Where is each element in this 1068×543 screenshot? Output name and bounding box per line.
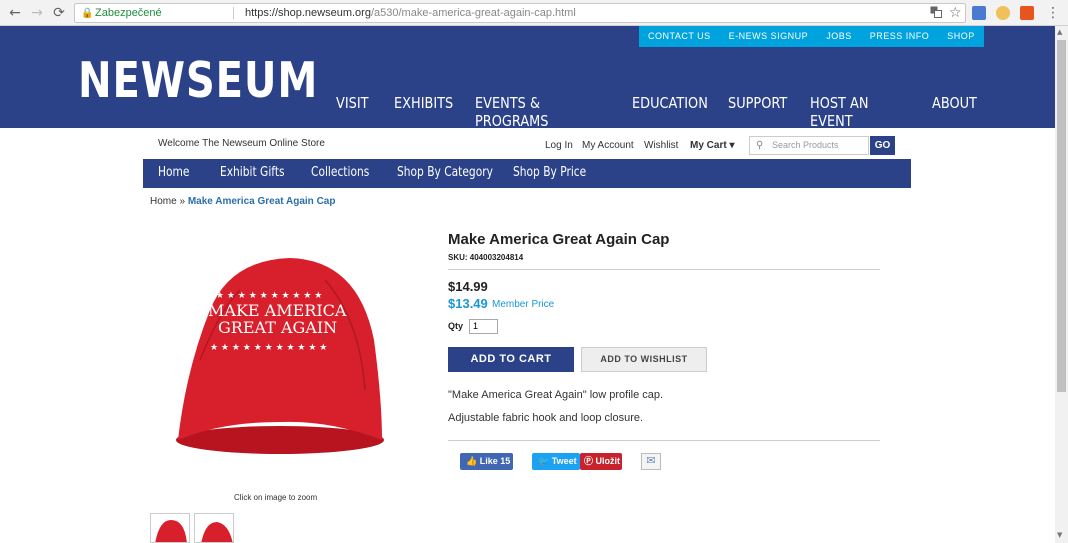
forward-icon[interactable]: → xyxy=(28,4,46,22)
pinterest-icon: Ⓟ xyxy=(584,456,594,466)
bookmark-star-icon[interactable]: ☆ xyxy=(949,4,962,22)
browser-toolbar: ← → ⟳ 🔒 Zabezpečené https://shop.newseum… xyxy=(0,0,1068,26)
wishlist-link[interactable]: Wishlist xyxy=(644,140,678,151)
cap-text-line2: GREAT AGAIN xyxy=(218,318,337,337)
reload-icon[interactable]: ⟳ xyxy=(50,4,68,22)
twitter-bird-icon: 🐦 xyxy=(538,456,550,466)
product-image[interactable]: ★ ★ ★ ★ ★ ★ ★ ★ ★ ★ ★ MAKE AMERICA GREAT… xyxy=(160,250,410,470)
lock-icon: 🔒 xyxy=(81,8,94,19)
thumbnail-2[interactable] xyxy=(194,513,234,543)
my-account-link[interactable]: My Account xyxy=(582,140,634,151)
pin-label: Uložit xyxy=(595,456,621,466)
tweet-label: Tweet xyxy=(551,456,577,466)
email-share-icon[interactable]: ✉ xyxy=(641,453,661,470)
breadcrumb-current: Make America Great Again Cap xyxy=(187,196,336,207)
zoom-hint: Click on image to zoom xyxy=(234,493,318,502)
secure-label: Zabezpečené xyxy=(95,7,162,19)
main-nav: VISIT EXHIBITS EVENTS & PROGRAMS EDUCATI… xyxy=(336,94,984,130)
regular-price: $14.99 xyxy=(448,279,488,294)
facebook-like-button[interactable]: 👍 Like 15 xyxy=(460,453,513,470)
welcome-text: Welcome The Newseum Online Store xyxy=(158,138,325,149)
add-to-cart-button[interactable]: ADD TO CART xyxy=(448,347,574,372)
breadcrumb-separator: » xyxy=(176,196,188,207)
scroll-up-icon[interactable]: ▲ xyxy=(1057,28,1062,36)
nav-host-an-event[interactable]: HOST AN EVENT xyxy=(810,94,915,130)
menu-icon[interactable]: ⋮ xyxy=(1044,4,1062,22)
jobs-link[interactable]: JOBS xyxy=(817,26,861,47)
breadcrumb: Home » Make America Great Again Cap xyxy=(150,196,335,207)
product-description: "Make America Great Again" low profile c… xyxy=(448,389,664,401)
enews-signup-link[interactable]: E-NEWS SIGNUP xyxy=(720,26,818,47)
member-price: $13.49 xyxy=(448,296,488,311)
nav-visit[interactable]: VISIT xyxy=(336,94,386,130)
product-feature: Adjustable fabric hook and loop closure. xyxy=(448,412,644,424)
search-input[interactable]: ⚲ Search Products xyxy=(749,136,869,155)
search-placeholder: Search Products xyxy=(772,140,839,150)
svg-text:★ ★ ★ ★ ★ ★ ★ ★ ★ ★ ★: ★ ★ ★ ★ ★ ★ ★ ★ ★ ★ ★ xyxy=(210,343,327,353)
store-nav-shop-by-category[interactable]: Shop By Category xyxy=(397,165,493,180)
nav-support[interactable]: SUPPORT xyxy=(728,94,799,130)
add-to-wishlist-button[interactable]: ADD TO WISHLIST xyxy=(581,347,707,372)
shop-link[interactable]: SHOP xyxy=(938,26,984,47)
extension-icon[interactable] xyxy=(996,6,1010,20)
scroll-down-icon[interactable]: ▼ xyxy=(1057,531,1062,539)
qty-label: Qty xyxy=(448,321,464,331)
url-text: https://shop.newseum.org/a530/make-ameri… xyxy=(245,7,576,19)
breadcrumb-home[interactable]: Home xyxy=(150,196,177,207)
login-link[interactable]: Log In xyxy=(545,140,573,151)
translate-icon[interactable] xyxy=(930,5,942,23)
store-nav: Home Exhibit Gifts Collections Shop By C… xyxy=(143,159,911,188)
store-nav-collections[interactable]: Collections xyxy=(311,165,369,180)
tweet-button[interactable]: 🐦 Tweet xyxy=(532,453,580,470)
newseum-logo[interactable]: NEWSEUM xyxy=(78,52,318,109)
store-nav-home[interactable]: Home xyxy=(158,165,189,180)
utility-links: CONTACT US E-NEWS SIGNUP JOBS PRESS INFO… xyxy=(639,26,984,47)
nav-exhibits[interactable]: EXHIBITS xyxy=(394,94,464,130)
store-nav-shop-by-price[interactable]: Shop By Price xyxy=(513,165,586,180)
extension-icon[interactable] xyxy=(972,6,986,20)
nav-education[interactable]: EDUCATION xyxy=(632,94,715,130)
divider xyxy=(448,269,880,270)
thumbs-up-icon: 👍 xyxy=(466,456,478,466)
url-divider xyxy=(233,7,234,19)
like-label: Like xyxy=(479,456,498,466)
search-icon: ⚲ xyxy=(756,140,764,151)
nav-events-programs[interactable]: EVENTS & PROGRAMS xyxy=(475,94,610,130)
scroll-thumb[interactable] xyxy=(1057,40,1066,392)
qty-input[interactable]: 1 xyxy=(469,319,498,334)
store-nav-exhibit-gifts[interactable]: Exhibit Gifts xyxy=(220,165,285,180)
contact-us-link[interactable]: CONTACT US xyxy=(639,26,720,47)
divider xyxy=(448,440,880,441)
thumbnail-1[interactable] xyxy=(150,513,190,543)
my-cart-dropdown[interactable]: My Cart ▾ xyxy=(690,140,734,151)
address-bar[interactable]: 🔒 Zabezpečené https://shop.newseum.org/a… xyxy=(74,3,966,23)
nav-about[interactable]: ABOUT xyxy=(932,94,977,130)
svg-text:★ ★ ★ ★ ★ ★ ★ ★ ★ ★ ★: ★ ★ ★ ★ ★ ★ ★ ★ ★ ★ ★ xyxy=(205,291,322,301)
extension-icon[interactable] xyxy=(1020,6,1034,20)
page-scrollbar[interactable]: ▲ ▼ xyxy=(1055,26,1068,543)
member-price-label: Member Price xyxy=(492,299,555,310)
product-title: Make America Great Again Cap xyxy=(448,231,670,248)
product-sku: SKU: 404003204814 xyxy=(448,253,524,262)
search-go-button[interactable]: GO xyxy=(870,136,895,155)
pinterest-save-button[interactable]: Ⓟ Uložit xyxy=(580,453,622,470)
site-header: CONTACT US E-NEWS SIGNUP JOBS PRESS INFO… xyxy=(0,26,1055,130)
press-info-link[interactable]: PRESS INFO xyxy=(861,26,939,47)
like-count: 15 xyxy=(500,456,511,466)
back-icon[interactable]: ← xyxy=(6,4,24,22)
